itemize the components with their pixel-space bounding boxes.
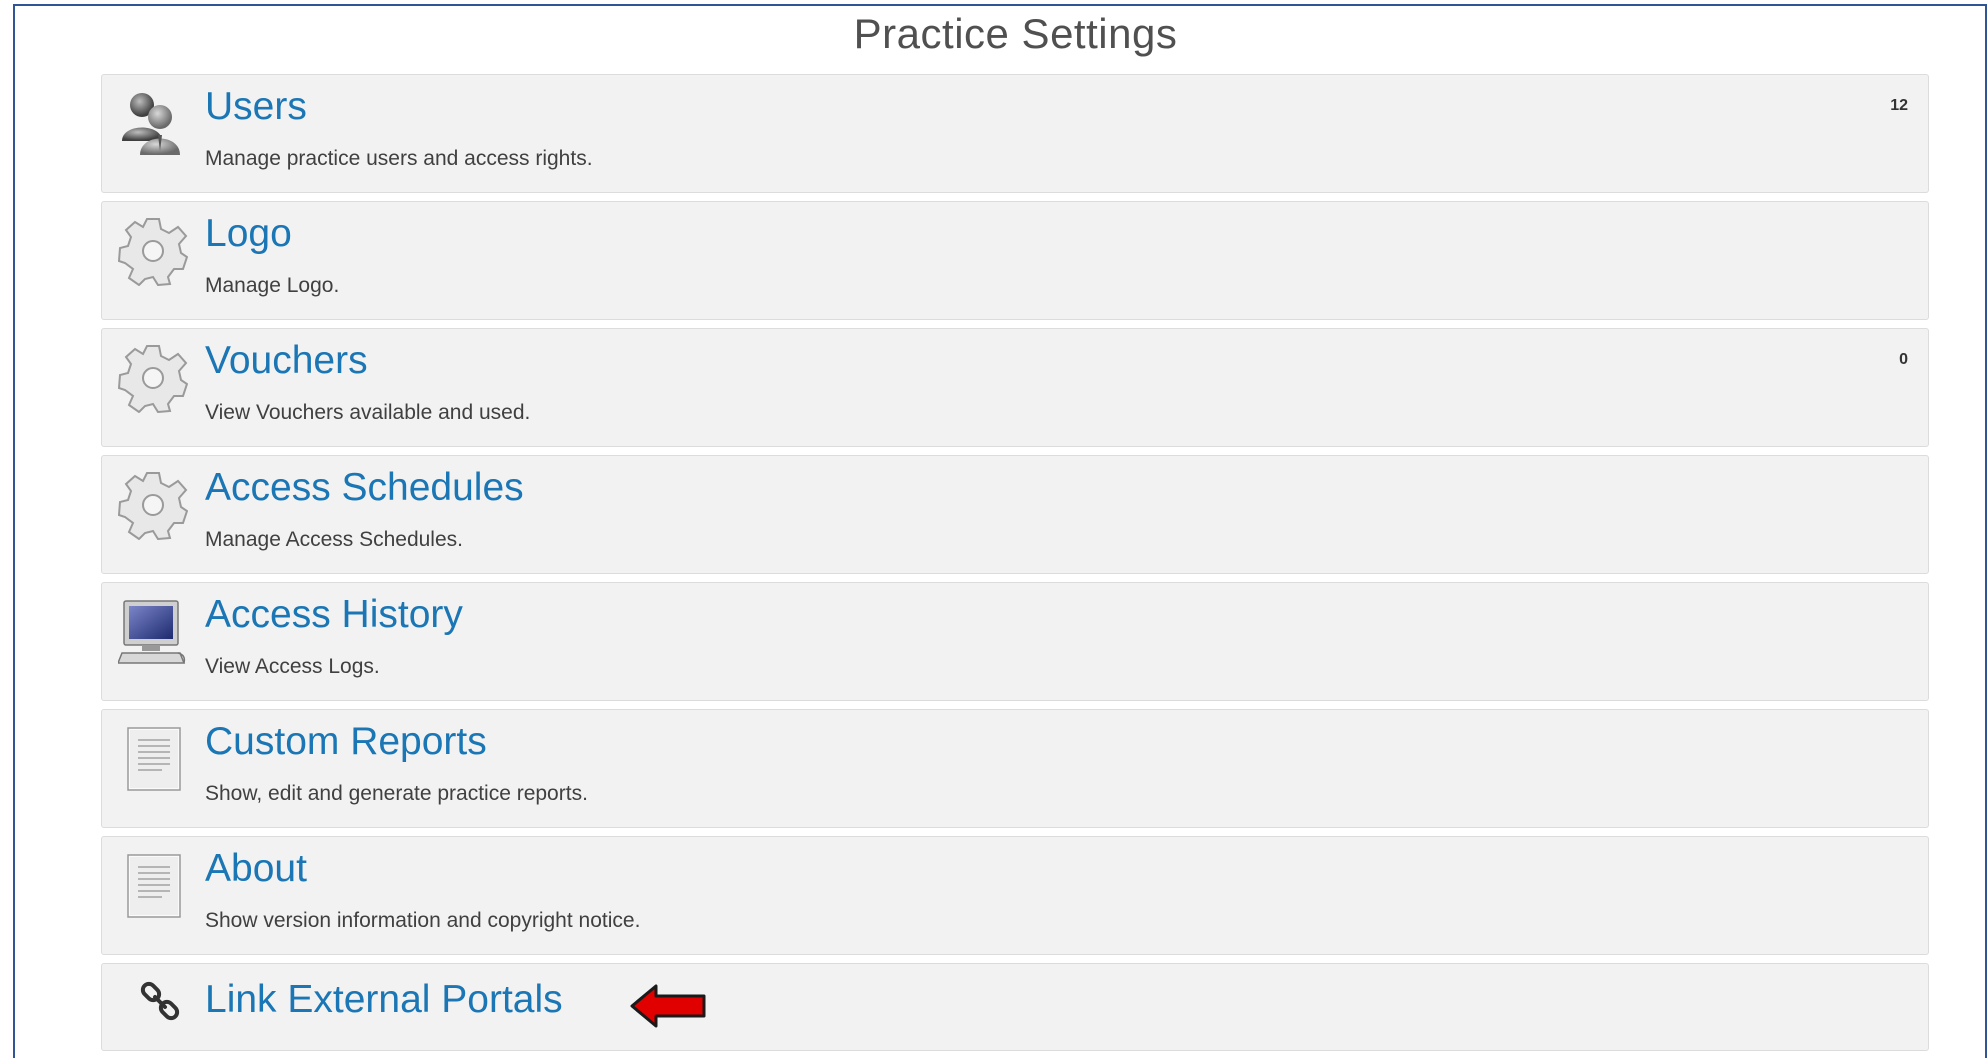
item-title: Access History [205,593,463,636]
red-arrow-icon [628,982,708,1030]
settings-list: Users Manage practice users and access r… [101,74,1929,1059]
count-badge: 12 [1890,97,1908,114]
link-icon [138,980,182,1024]
settings-item-about[interactable]: About Show version information and copyr… [101,836,1929,955]
gear-icon [118,470,188,540]
settings-item-logo[interactable]: Logo Manage Logo. [101,201,1929,320]
page-frame: Practice Settings Users Manage practice … [0,0,1987,1058]
page-title: Practice Settings [853,10,1178,57]
computer-icon [118,597,188,667]
item-description: Manage Logo. [205,274,340,297]
item-description: View Access Logs. [205,655,380,678]
settings-item-access-history[interactable]: Access History View Access Logs. [101,582,1929,701]
item-title: Users [205,85,307,128]
settings-item-access-schedules[interactable]: Access Schedules Manage Access Schedules… [101,455,1929,574]
count-badge: 0 [1899,351,1908,368]
item-title: About [205,847,307,890]
document-icon [118,724,188,794]
settings-item-vouchers[interactable]: Vouchers View Vouchers available and use… [101,328,1929,447]
document-icon [118,851,188,921]
item-description: Show version information and copyright n… [205,909,641,932]
gear-icon [118,216,188,286]
item-description: Manage practice users and access rights. [205,147,593,170]
item-title: Custom Reports [205,720,487,763]
item-title: Link External Portals [205,978,563,1021]
item-title: Access Schedules [205,466,524,509]
settings-item-users[interactable]: Users Manage practice users and access r… [101,74,1929,193]
item-description: View Vouchers available and used. [205,401,531,424]
gear-icon [118,343,188,413]
item-description: Show, edit and generate practice reports… [205,782,588,805]
item-description: Manage Access Schedules. [205,528,463,551]
settings-item-link-external-portals[interactable]: Link External Portals [101,963,1929,1051]
item-title: Logo [205,212,292,255]
item-title: Vouchers [205,339,368,382]
users-icon [118,89,188,159]
settings-item-custom-reports[interactable]: Custom Reports Show, edit and generate p… [101,709,1929,828]
